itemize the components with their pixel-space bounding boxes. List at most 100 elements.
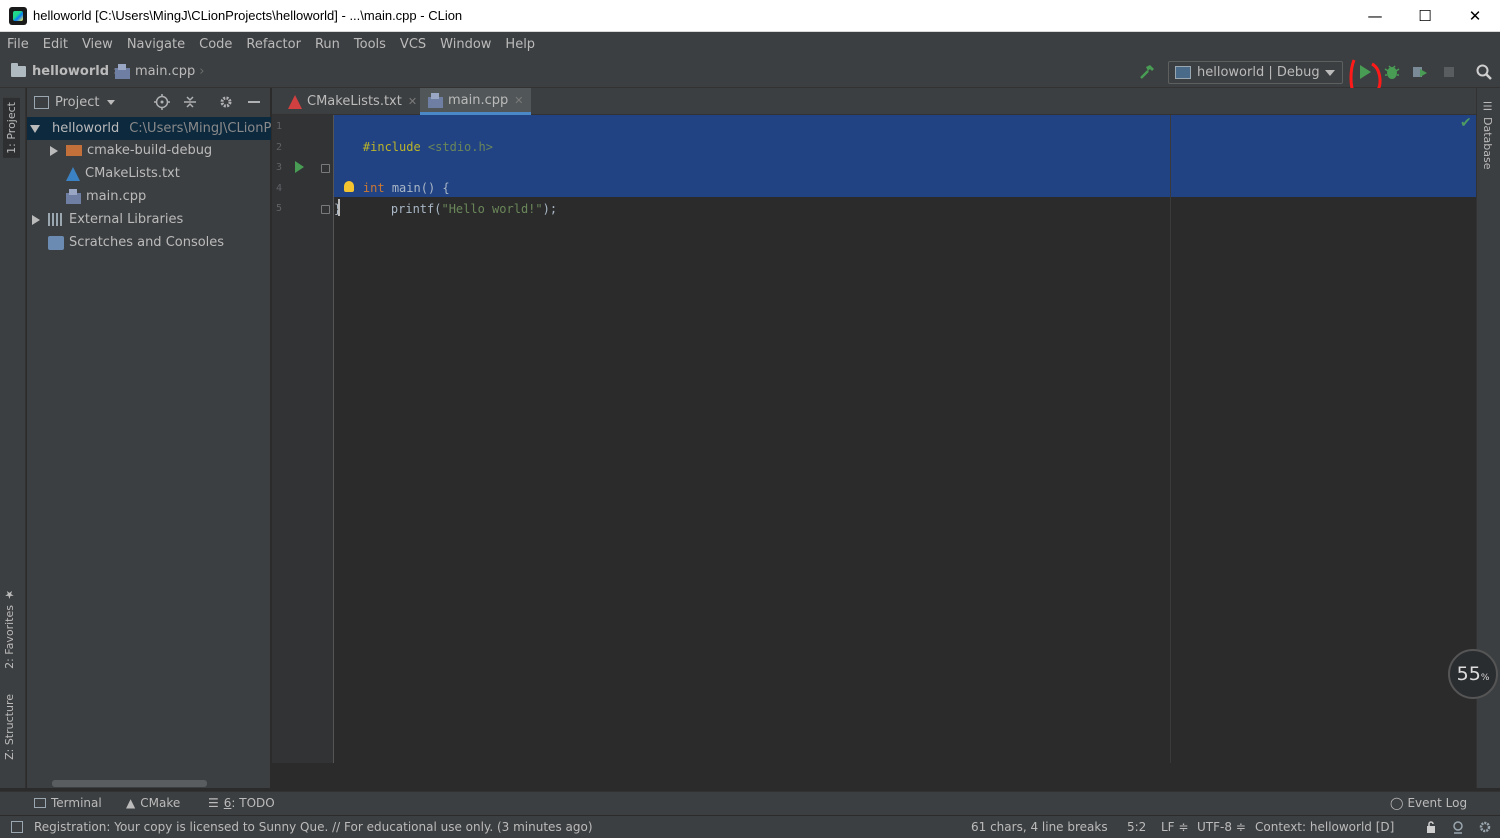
run-gutter-icon[interactable] xyxy=(295,161,304,173)
project-panel-header: Project xyxy=(27,88,270,116)
code-line-3: int main() { xyxy=(334,158,450,195)
project-view-select[interactable]: Project xyxy=(55,95,99,110)
menu-run[interactable]: Run xyxy=(315,37,340,52)
terminal-button[interactable]: Terminal xyxy=(34,796,102,810)
toggle-tool-windows-icon[interactable] xyxy=(11,821,23,833)
tool-tab-project[interactable]: 1: Project xyxy=(3,98,20,158)
menu-tools[interactable]: Tools xyxy=(354,37,386,52)
gear-icon[interactable] xyxy=(218,94,234,110)
menu-help[interactable]: Help xyxy=(505,37,535,52)
code-editor[interactable]: ✔ #include <stdio.h> int main() { printf… xyxy=(334,115,1476,763)
status-bar: Registration: Your copy is licensed to S… xyxy=(0,815,1500,838)
string-literal: "Hello world!" xyxy=(441,202,543,216)
editor-gutter[interactable]: 1 2 3 4 5 xyxy=(272,115,334,763)
intention-bulb-icon[interactable] xyxy=(344,181,354,192)
tree-item-cmakelists[interactable]: CMakeLists.txt xyxy=(27,162,271,185)
code-line-1: #include <stdio.h> xyxy=(334,117,493,154)
settings-icon[interactable] xyxy=(1478,820,1492,834)
line-number: 3 xyxy=(276,162,283,173)
close-tab-icon[interactable]: ✕ xyxy=(408,95,417,108)
tree-item-label: CMakeLists.txt xyxy=(85,166,180,181)
menu-file[interactable]: File xyxy=(7,37,29,52)
tree-item-external-libraries[interactable]: External Libraries xyxy=(27,208,271,231)
event-log-icon: ◯ xyxy=(1390,796,1404,810)
fold-marker-icon[interactable] xyxy=(321,164,330,173)
tree-item-cmake-build-debug[interactable]: cmake-build-debug xyxy=(27,139,271,162)
hammer-icon[interactable] xyxy=(1138,63,1156,81)
run-configuration-select[interactable]: helloworld | Debug xyxy=(1168,61,1343,84)
context-select[interactable]: Context: helloworld [D] xyxy=(1255,820,1394,834)
collapse-arrow-icon[interactable] xyxy=(32,214,40,225)
terminal-label: Terminal xyxy=(51,796,102,810)
encoding-select[interactable]: UTF-8 ≑ xyxy=(1197,820,1246,834)
line-separator-select[interactable]: LF ≑ xyxy=(1161,820,1188,834)
tree-item-label: helloworld xyxy=(52,121,120,136)
minimize-button[interactable]: — xyxy=(1350,0,1400,32)
breadcrumb-project-label: helloworld xyxy=(32,64,110,79)
fold-marker-icon[interactable] xyxy=(321,205,330,214)
horizontal-scrollbar[interactable] xyxy=(52,780,207,787)
right-margin-guide xyxy=(1170,115,1171,763)
event-log-button[interactable]: ◯ Event Log xyxy=(1390,796,1467,810)
breadcrumb-project[interactable]: helloworld › xyxy=(11,63,118,79)
tab-main-cpp[interactable]: main.cpp ✕ xyxy=(420,88,532,115)
line-number: 5 xyxy=(276,203,283,214)
run-config-icon xyxy=(1175,66,1191,79)
chevron-down-icon[interactable] xyxy=(107,99,116,105)
maximize-button[interactable]: ☐ xyxy=(1400,0,1450,32)
collapse-arrow-icon[interactable] xyxy=(50,145,58,156)
line-number: 4 xyxy=(276,183,283,194)
breadcrumb-file[interactable]: main.cpp › xyxy=(115,64,204,79)
project-panel: Project helloworld C:\Users\MingJ\CLionP… xyxy=(27,88,271,788)
cpp-file-icon xyxy=(428,92,443,108)
close-button[interactable]: ✕ xyxy=(1450,0,1500,32)
window-titlebar: helloworld [C:\Users\MingJ\CLionProjects… xyxy=(0,0,1500,32)
cmake-button[interactable]: ▲ CMake xyxy=(126,796,180,810)
tab-label: CMakeLists.txt xyxy=(307,94,402,109)
run-with-coverage-icon[interactable] xyxy=(1411,63,1429,81)
inspection-ok-icon[interactable]: ✔ xyxy=(1460,115,1472,131)
search-icon[interactable] xyxy=(1475,63,1493,81)
menu-navigate[interactable]: Navigate xyxy=(127,37,185,52)
lock-icon[interactable] xyxy=(1424,820,1438,834)
tree-item-scratches[interactable]: Scratches and Consoles xyxy=(27,231,271,254)
cmake-icon: ▲ xyxy=(126,796,136,810)
menu-code[interactable]: Code xyxy=(199,37,232,52)
line-number: 1 xyxy=(276,121,283,132)
todo-button[interactable]: ☰ 6: TODO xyxy=(208,796,275,810)
status-message[interactable]: Registration: Your copy is licensed to S… xyxy=(34,820,593,834)
menu-window[interactable]: Window xyxy=(440,37,491,52)
tree-item-label: main.cpp xyxy=(86,189,147,204)
tree-item-helloworld[interactable]: helloworld C:\Users\MingJ\CLionProjects\… xyxy=(27,117,271,140)
editor-tab-bar: CMakeLists.txt ✕ main.cpp ✕ xyxy=(272,88,1476,115)
cmake-label: CMake xyxy=(140,796,181,810)
project-view-icon xyxy=(34,95,49,109)
cpp-file-icon xyxy=(115,64,130,79)
tab-cmakelists[interactable]: CMakeLists.txt ✕ xyxy=(280,88,425,115)
star-icon: ★ xyxy=(3,588,16,601)
locate-file-icon[interactable] xyxy=(154,94,170,110)
debug-icon[interactable] xyxy=(1383,63,1401,81)
menu-edit[interactable]: Edit xyxy=(43,37,68,52)
tool-tab-structure[interactable]: Z: Structure xyxy=(3,694,16,760)
caret-position[interactable]: 5:2 xyxy=(1127,820,1146,834)
memory-indicator[interactable]: 55% xyxy=(1448,649,1498,699)
menu-vcs[interactable]: VCS xyxy=(400,37,426,52)
preprocessor-directive: #include xyxy=(362,140,421,154)
tree-item-main-cpp[interactable]: main.cpp xyxy=(27,185,271,208)
collapse-all-icon[interactable] xyxy=(182,94,198,110)
inspector-icon[interactable] xyxy=(1451,820,1465,834)
stop-icon[interactable] xyxy=(1440,63,1458,81)
tool-tab-database[interactable]: ☰ Database xyxy=(1481,100,1494,170)
tool-tab-favorites[interactable]: 2: Favorites ★ xyxy=(3,588,16,669)
event-log-label: Event Log xyxy=(1407,796,1468,810)
run-configuration-label: helloworld | Debug xyxy=(1197,65,1320,80)
menu-bar: File Edit View Navigate Code Refactor Ru… xyxy=(0,32,1500,57)
library-icon xyxy=(48,213,64,226)
expand-arrow-icon[interactable] xyxy=(30,124,40,133)
menu-view[interactable]: View xyxy=(82,37,113,52)
text-caret xyxy=(338,199,340,216)
hide-panel-icon[interactable] xyxy=(246,94,262,110)
menu-refactor[interactable]: Refactor xyxy=(246,37,301,52)
close-tab-icon[interactable]: ✕ xyxy=(514,94,523,107)
